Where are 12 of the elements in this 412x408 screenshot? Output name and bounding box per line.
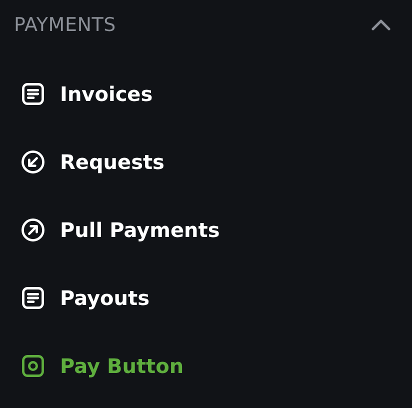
document-icon — [20, 285, 46, 311]
nav-item[interactable]: Pay Button — [0, 332, 412, 400]
nav-item[interactable]: Payouts — [0, 264, 412, 332]
document-icon — [20, 81, 46, 107]
section-title: PAYMENTS — [14, 14, 116, 36]
nav-item[interactable]: Pull Payments — [0, 196, 412, 264]
collapse-button[interactable] — [370, 18, 392, 32]
arrow-down-left-icon — [20, 149, 46, 175]
nav-item[interactable]: Requests — [0, 128, 412, 196]
circle-in-square-icon — [20, 353, 46, 379]
nav-item[interactable]: Invoices — [0, 60, 412, 128]
arrow-up-right-icon — [20, 217, 46, 243]
